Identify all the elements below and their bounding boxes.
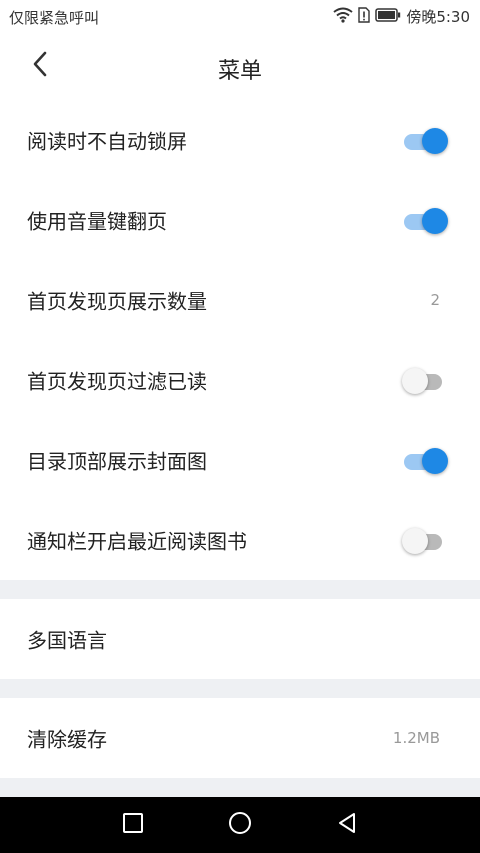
setting-label: 首页发现页展示数量: [27, 289, 207, 314]
header-bar: 菜单: [0, 32, 480, 100]
page-title: 菜单: [217, 59, 262, 84]
toggle-switch[interactable]: [402, 525, 448, 555]
cache-size-value: 1.2MB: [392, 729, 440, 747]
toggle-switch[interactable]: [402, 365, 448, 395]
toggle-thumb: [422, 128, 448, 154]
setting-label: 目录顶部展示封面图: [27, 449, 207, 474]
toggle-switch[interactable]: [402, 445, 448, 475]
setting-row-language[interactable]: 多国语言: [0, 599, 480, 679]
status-carrier-text: 仅限紧急呼叫: [9, 9, 100, 27]
setting-row-toc-cover[interactable]: 目录顶部展示封面图: [0, 420, 480, 500]
setting-label: 使用音量键翻页: [27, 209, 167, 234]
setting-row-discover-count[interactable]: 首页发现页展示数量 2: [0, 260, 480, 340]
home-button[interactable]: [226, 811, 254, 839]
battery-icon: [375, 7, 401, 26]
status-bar: 仅限紧急呼叫 傍晚5:30: [0, 0, 480, 32]
setting-row-discover-filter-read[interactable]: 首页发现页过滤已读: [0, 340, 480, 420]
status-time: 傍晚5:30: [406, 8, 470, 26]
setting-label: 清除缓存: [27, 727, 107, 752]
status-icons: 傍晚5:30: [333, 6, 470, 27]
toggle-thumb: [402, 368, 428, 394]
section-divider: [0, 679, 480, 698]
recent-apps-button[interactable]: [119, 811, 147, 839]
setting-row-notification-recent[interactable]: 通知栏开启最近阅读图书: [0, 500, 480, 580]
setting-row-volume-key-page[interactable]: 使用音量键翻页: [0, 180, 480, 260]
sim-alert-icon: [358, 6, 371, 27]
back-triangle-icon: [336, 811, 358, 839]
section-divider: [0, 778, 480, 797]
setting-row-no-auto-lock[interactable]: 阅读时不自动锁屏: [0, 100, 480, 180]
settings-list: 阅读时不自动锁屏 使用音量键翻页 首页发现页展示数量 2 首页发现页过滤已读 目…: [0, 100, 480, 797]
setting-row-clear-cache[interactable]: 清除缓存 1.2MB: [0, 698, 480, 778]
setting-label: 阅读时不自动锁屏: [27, 129, 187, 154]
toggle-switch[interactable]: [402, 205, 448, 235]
toggle-thumb: [422, 448, 448, 474]
system-nav-bar: [0, 797, 480, 853]
wifi-icon: [333, 7, 353, 27]
setting-label: 首页发现页过滤已读: [27, 369, 207, 394]
setting-label: 通知栏开启最近阅读图书: [27, 529, 247, 554]
toggle-thumb: [422, 208, 448, 234]
home-icon: [228, 811, 252, 839]
toggle-switch[interactable]: [402, 125, 448, 155]
system-back-button[interactable]: [333, 811, 361, 839]
recent-apps-icon: [122, 812, 144, 838]
setting-label: 多国语言: [27, 628, 107, 653]
toggle-thumb: [402, 528, 428, 554]
section-divider: [0, 580, 480, 599]
setting-value: 2: [430, 291, 440, 309]
